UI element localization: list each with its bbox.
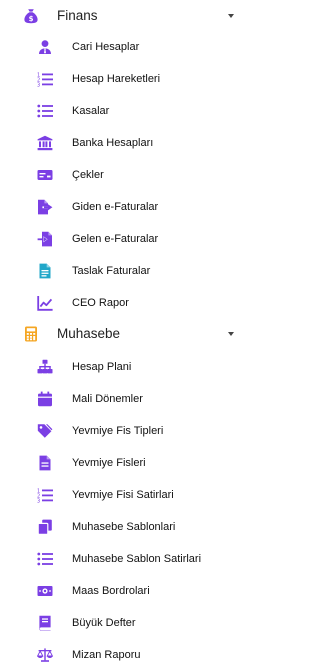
list-icon xyxy=(37,103,53,119)
menu-item-buyuk-defter[interactable]: Büyük Defter xyxy=(0,609,243,637)
money-bill-icon xyxy=(37,583,53,599)
menu-item-label: Yevmiye Fisleri xyxy=(72,457,146,469)
menu-item-cekler[interactable]: Çekler xyxy=(0,161,243,189)
section-finans[interactable]: $ Finans xyxy=(0,3,243,29)
menu-item-label: Maas Bordrolari xyxy=(72,585,150,597)
menu-item-yevmiye-fisleri[interactable]: Yevmiye Fisleri xyxy=(0,449,243,477)
menu-item-label: Cari Hesaplar xyxy=(72,41,140,53)
menu-item-giden-e-faturalar[interactable]: Giden e-Faturalar xyxy=(0,193,243,221)
file-export-icon xyxy=(37,199,53,215)
menu-item-banka-hesaplari[interactable]: Banka Hesapları xyxy=(0,129,243,157)
balance-scale-icon xyxy=(37,647,53,663)
menu-item-label: Büyük Defter xyxy=(72,617,136,629)
menu-item-maas-bordrolari[interactable]: Maas Bordrolari xyxy=(0,577,243,605)
menu-item-label: Taslak Faturalar xyxy=(72,265,151,277)
book-icon xyxy=(37,615,53,631)
svg-text:3: 3 xyxy=(37,499,40,504)
menu-item-yevmiye-fis-tipleri[interactable]: Yevmiye Fis Tipleri xyxy=(0,417,243,445)
svg-text:$: $ xyxy=(29,15,34,23)
copy-icon xyxy=(37,519,53,535)
menu-item-label: Kasalar xyxy=(72,105,110,117)
menu-item-muhasebe-sablon-satirlari[interactable]: Muhasebe Sablon Satirlari xyxy=(0,545,243,573)
menu-item-label: Banka Hesapları xyxy=(72,137,154,149)
section-label: Finans xyxy=(57,8,98,23)
section-muhasebe[interactable]: Muhasebe xyxy=(0,321,243,347)
menu-item-mali-donemler[interactable]: Mali Dönemler xyxy=(0,385,243,413)
calendar-icon xyxy=(37,391,53,407)
menu-item-cari-hesaplar[interactable]: Cari Hesaplar xyxy=(0,33,243,61)
menu-item-label: Hesap Hareketleri xyxy=(72,73,161,85)
menu-item-label: Çekler xyxy=(72,169,104,181)
menu-item-yevmiye-fisi-satirlari[interactable]: 123 Yevmiye Fisi Satirlari xyxy=(0,481,243,509)
menu-item-kasalar[interactable]: Kasalar xyxy=(0,97,243,125)
menu-item-label: Yevmiye Fis Tipleri xyxy=(72,425,164,437)
menu-item-ceo-rapor[interactable]: CEO Rapor xyxy=(0,289,243,317)
tags-icon xyxy=(37,423,53,439)
menu-item-gelen-e-faturalar[interactable]: Gelen e-Faturalar xyxy=(0,225,243,253)
svg-text:3: 3 xyxy=(37,83,40,88)
file-text-icon xyxy=(37,455,53,471)
menu-item-label: Mizan Raporu xyxy=(72,649,141,661)
menu-item-label: Giden e-Faturalar xyxy=(72,201,159,213)
user-tie-icon xyxy=(37,39,53,55)
menu-item-label: Yevmiye Fisi Satirlari xyxy=(72,489,174,501)
menu-item-hesap-plani[interactable]: Hesap Plani xyxy=(0,353,243,381)
menu-item-label: Muhasebe Sablonlari xyxy=(72,521,176,533)
menu-item-label: CEO Rapor xyxy=(72,297,129,309)
menu-item-label: Muhasebe Sablon Satirlari xyxy=(72,553,202,565)
chevron-down-icon[interactable] xyxy=(228,14,234,18)
menu-item-taslak-faturalar[interactable]: Taslak Faturalar xyxy=(0,257,243,285)
section-label: Muhasebe xyxy=(57,326,121,341)
menu-item-mizan-raporu[interactable]: Mizan Raporu xyxy=(0,641,243,669)
menu-item-hesap-hareketleri[interactable]: 123 Hesap Hareketleri xyxy=(0,65,243,93)
bank-icon xyxy=(37,135,53,151)
money-bag-icon: $ xyxy=(23,8,39,24)
numbered-list-icon: 123 xyxy=(37,71,53,87)
check-card-icon xyxy=(37,167,53,183)
list-icon xyxy=(37,551,53,567)
menu-item-label: Gelen e-Faturalar xyxy=(72,233,159,245)
sitemap-icon xyxy=(37,359,53,375)
menu-item-label: Mali Dönemler xyxy=(72,393,143,405)
menu-item-muhasebe-sablonlari[interactable]: Muhasebe Sablonlari xyxy=(0,513,243,541)
chevron-down-icon[interactable] xyxy=(228,332,234,336)
numbered-list-icon: 123 xyxy=(37,487,53,503)
document-icon xyxy=(37,263,53,279)
calculator-icon xyxy=(23,326,39,342)
line-chart-icon xyxy=(37,295,53,311)
file-import-icon xyxy=(37,231,53,247)
menu-item-label: Hesap Plani xyxy=(72,361,132,373)
